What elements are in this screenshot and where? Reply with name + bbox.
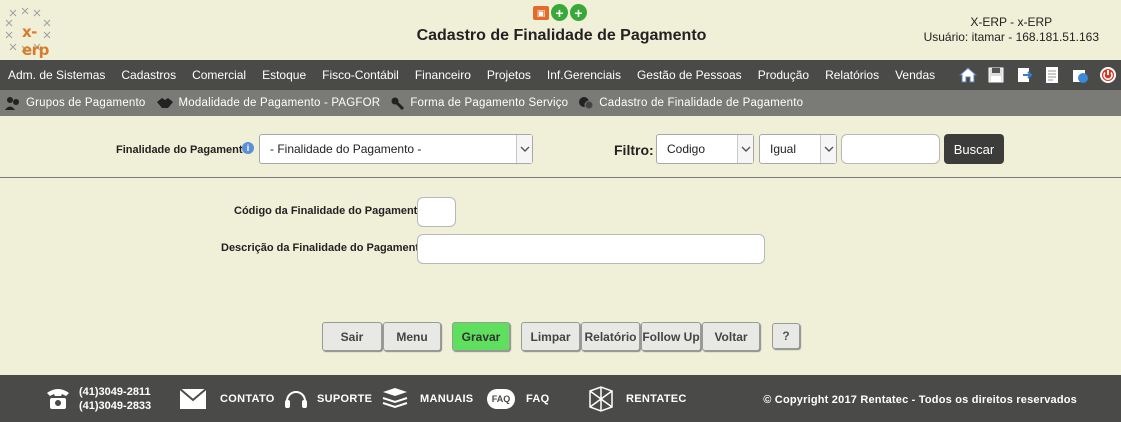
user-name: Usuário: itamar - 168.181.51.163 <box>923 30 1099 44</box>
filter-operator-value: Igual <box>770 142 797 156</box>
coins-icon <box>579 97 594 110</box>
finalidade-select-value: - Finalidade do Pagamento - <box>270 142 422 156</box>
main-menu: Adm. de Sistemas Cadastros Comercial Est… <box>0 60 1121 90</box>
menu-item-vendas[interactable]: Vendas <box>887 68 943 82</box>
exit-button[interactable]: Sair <box>322 322 382 351</box>
footer-rentatec[interactable]: RENTATEC <box>586 375 687 422</box>
description-label: Descrição da Finalidade do Pagamento <box>221 242 426 254</box>
submenu-label: Forma de Pagamento Serviço <box>410 97 569 109</box>
group-icon <box>5 97 19 110</box>
submenu-label: Modalidade de Pagamento - PAGFOR <box>178 97 381 109</box>
copyright: © Copyright 2017 Rentatec - Todos os dir… <box>763 394 1077 406</box>
footer-suporte-label: SUPORTE <box>317 392 373 405</box>
submenu-item-grupos-pagamento[interactable]: Grupos de Pagamento <box>5 96 146 110</box>
stamp-icon[interactable] <box>1070 65 1089 84</box>
add-icon[interactable]: + <box>570 4 587 21</box>
search-button[interactable]: Buscar <box>944 134 1004 164</box>
finalidade-label: Finalidade do Pagamento <box>116 144 250 156</box>
power-icon[interactable] <box>1098 65 1117 84</box>
menu-item-producao[interactable]: Produção <box>750 68 817 82</box>
follow-up-button[interactable]: Follow Up <box>641 322 701 351</box>
submenu: Grupos de Pagamento Modalidade de Pagame… <box>0 90 1121 116</box>
books-icon <box>382 387 408 408</box>
clear-button[interactable]: Limpar <box>521 322 580 351</box>
footer-faq-label: FAQ <box>526 392 550 405</box>
code-label: Código da Finalidade do Pagamento <box>234 205 425 217</box>
menu-item-estoque[interactable]: Estoque <box>254 68 314 82</box>
footer-manuais[interactable]: MANUAIS <box>381 375 473 422</box>
footer-manuais-label: MANUAIS <box>420 392 474 405</box>
chevron-down-icon <box>516 135 532 163</box>
submenu-item-modalidade-pagamento[interactable]: Modalidade de Pagamento - PAGFOR <box>156 96 381 110</box>
divider <box>0 177 1121 178</box>
menu-item-fisco-contabil[interactable]: Fisco-Contábil <box>314 68 407 82</box>
faq-icon: FAQ <box>487 388 515 409</box>
mail-icon <box>180 388 206 409</box>
filter-field-value: Codigo <box>667 142 706 156</box>
phone-2: (41)3049-2833 <box>79 399 152 412</box>
wrench-icon <box>391 97 405 110</box>
network-icon <box>589 385 613 412</box>
handshake-icon <box>156 98 173 108</box>
filter-search-input[interactable] <box>841 134 940 164</box>
export-icon[interactable] <box>1014 65 1033 84</box>
help-button[interactable]: ? <box>772 323 800 349</box>
code-input[interactable] <box>417 197 456 227</box>
powerpoint-icon[interactable]: ▣ <box>533 6 549 20</box>
footer-phones: (41)3049-2811 (41)3049-2833 <box>45 375 151 422</box>
save-button[interactable]: Gravar <box>452 322 510 351</box>
footer-rentatec-label: RENTATEC <box>626 392 687 405</box>
phone-icon <box>47 388 69 409</box>
footer-contato[interactable]: CONTATO <box>180 375 275 422</box>
save-icon[interactable] <box>986 65 1005 84</box>
headset-icon <box>285 390 307 408</box>
menu-item-gestao-pessoas[interactable]: Gestão de Pessoas <box>629 68 750 82</box>
submenu-label: Grupos de Pagamento <box>26 97 146 109</box>
menu-item-comercial[interactable]: Comercial <box>184 68 254 82</box>
menu-item-projetos[interactable]: Projetos <box>479 68 539 82</box>
top-icons: ▣ + + <box>533 4 587 21</box>
footer-suporte[interactable]: SUPORTE <box>283 375 372 422</box>
footer-contato-label: CONTATO <box>220 392 275 405</box>
menu-icons <box>958 65 1117 84</box>
home-icon[interactable] <box>958 65 977 84</box>
header: x-erp ▣ + + Cadastro de Finalidade de Pa… <box>0 0 1121 60</box>
menu-item-relatorios[interactable]: Relatórios <box>817 68 887 82</box>
description-input[interactable] <box>417 234 765 264</box>
menu-item-inf-gerenciais[interactable]: Inf.Gerenciais <box>539 68 629 82</box>
submenu-item-forma-pagamento-servico[interactable]: Forma de Pagamento Serviço <box>390 96 568 110</box>
menu-item-cadastros[interactable]: Cadastros <box>113 68 184 82</box>
chevron-down-icon <box>820 135 836 163</box>
report-button[interactable]: Relatório <box>581 322 640 351</box>
menu-button[interactable]: Menu <box>383 322 441 351</box>
chevron-down-icon <box>737 135 753 163</box>
menu-item-adm-sistemas[interactable]: Adm. de Sistemas <box>0 68 113 82</box>
menu-item-financeiro[interactable]: Financeiro <box>407 68 479 82</box>
filter-field-select[interactable]: Codigo <box>656 134 754 164</box>
document-icon[interactable] <box>1042 65 1061 84</box>
footer: (41)3049-2811 (41)3049-2833 CONTATO SUPO… <box>0 375 1121 422</box>
system-name: X-ERP - x-ERP <box>970 15 1053 29</box>
filter-operator-select[interactable]: Igual <box>759 134 837 164</box>
add-icon[interactable]: + <box>551 4 568 21</box>
footer-faq[interactable]: FAQ FAQ <box>487 375 550 422</box>
user-info: X-ERP - x-ERP Usuário: itamar - 168.181.… <box>924 15 1099 45</box>
filter-label: Filtro: <box>614 142 654 158</box>
finalidade-select[interactable]: - Finalidade do Pagamento - <box>259 134 533 164</box>
phone-1: (41)3049-2811 <box>79 385 151 398</box>
back-button[interactable]: Voltar <box>702 322 760 351</box>
info-icon[interactable]: i <box>242 142 254 154</box>
submenu-item-cadastro-finalidade[interactable]: Cadastro de Finalidade de Pagamento <box>578 96 803 110</box>
submenu-label: Cadastro de Finalidade de Pagamento <box>599 97 804 109</box>
